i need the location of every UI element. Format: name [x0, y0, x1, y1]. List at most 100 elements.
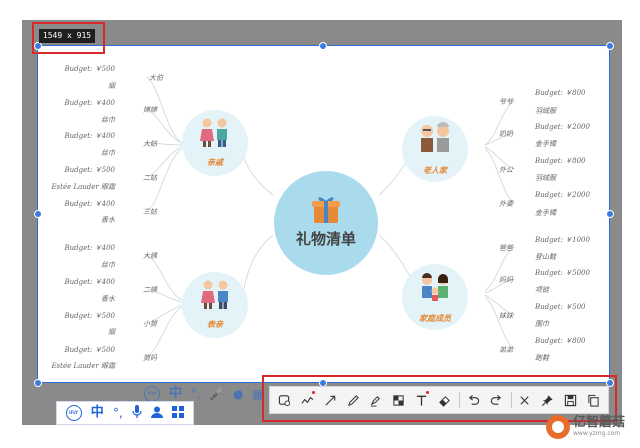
active-indicator [426, 391, 430, 394]
svg-text:外婆: 外婆 [499, 200, 514, 208]
leaf-item[interactable]: 奶奶 Budget: ￥2000 金手镯 [499, 123, 591, 148]
svg-text:Budget: ￥2000: Budget: ￥2000 [534, 123, 591, 131]
rectangle-tool-button[interactable] [276, 390, 293, 410]
save-icon [565, 394, 577, 406]
undo-button[interactable] [465, 390, 482, 410]
ime-language-toggle[interactable]: 中 [91, 406, 104, 420]
leaf-item[interactable]: 二姑 Budget: ￥500 Estée Lauder 眼霜 [50, 166, 158, 191]
svg-text:Estée Lauder 眼霜: Estée Lauder 眼霜 [50, 183, 116, 191]
svg-text:大姨: 大姨 [143, 252, 158, 260]
svg-text:登山鞋: 登山鞋 [535, 253, 557, 261]
center-node[interactable]: 礼物清单 [274, 171, 378, 275]
leaf-item[interactable]: 大姑 Budget: ￥400 丝巾 [63, 132, 158, 157]
svg-text:Budget: ￥800: Budget: ￥800 [534, 89, 586, 97]
eraser-tool-button[interactable] [436, 390, 453, 410]
redo-button[interactable] [488, 390, 505, 410]
leaf-item[interactable]: 小舅 Budget: ￥500 烟 [63, 312, 158, 336]
copy-button[interactable] [585, 390, 602, 410]
branch-family[interactable]: 家庭成员 [402, 264, 468, 330]
svg-text:妈妈: 妈妈 [499, 276, 514, 284]
svg-text:羽绒服: 羽绒服 [535, 174, 557, 182]
user-icon: ● [233, 387, 244, 401]
arrow-tool-button[interactable] [322, 390, 339, 410]
grid-icon[interactable] [172, 405, 185, 421]
leaf-item[interactable]: 弟弟 Budget: ￥800 跑鞋 [499, 337, 586, 362]
svg-text:大伯: 大伯 [149, 74, 164, 82]
svg-text:爸爸: 爸爸 [499, 244, 514, 252]
pen-tool-button[interactable] [345, 390, 362, 410]
leaf-item[interactable]: 三姑 Budget: ￥400 香水 [63, 200, 158, 224]
microphone-icon: 🎤 [209, 387, 225, 401]
svg-text:Budget: ￥800: Budget: ￥800 [534, 337, 586, 345]
svg-text:Budget: ￥400: Budget: ￥400 [63, 132, 115, 140]
ifly-logo-icon[interactable]: iFLY [65, 405, 82, 421]
cancel-button[interactable] [517, 390, 534, 410]
close-icon [520, 395, 530, 405]
svg-text:小舅: 小舅 [143, 320, 158, 328]
leaf-item[interactable]: 外公 Budget: ￥800 羽绒服 [499, 157, 586, 182]
watermark-url: www.yzmg.com [573, 430, 621, 437]
svg-text:弟弟: 弟弟 [499, 346, 514, 354]
branch-title-cousins: 表亲 [207, 319, 224, 329]
svg-text:Budget: ￥500: Budget: ￥500 [63, 312, 115, 320]
active-indicator [311, 391, 315, 394]
leaf-item[interactable]: 外婆 Budget: ￥2000 金手镯 [499, 191, 591, 217]
ime-language-label: 中 [169, 386, 183, 401]
toolbar-divider [458, 392, 460, 408]
svg-text:大姑: 大姑 [143, 140, 158, 148]
svg-text:Budget: ￥2000: Budget: ￥2000 [534, 191, 591, 199]
svg-text:三姑: 三姑 [143, 208, 158, 216]
pen-icon [347, 394, 359, 406]
rectangle-icon [278, 394, 290, 406]
marker-tool-button[interactable] [367, 390, 384, 410]
svg-text:丝巾: 丝巾 [101, 116, 116, 124]
leaf-item[interactable]: 大姨 Budget: ￥400 丝巾 [63, 244, 158, 269]
svg-text:Budget: ￥5000: Budget: ￥5000 [534, 269, 591, 277]
branch-title-relatives: 亲戚 [207, 157, 225, 167]
punctuation-icon: °, [190, 387, 201, 401]
leaf-item[interactable]: 爷爷 Budget: ￥800 羽绒服 [499, 89, 586, 115]
leaf-item[interactable]: 妈妈 Budget: ￥5000 项链 [499, 269, 591, 294]
branch-title-elders: 老人家 [423, 165, 449, 175]
svg-text:外公: 外公 [499, 166, 514, 174]
branch-title-family: 家庭成员 [419, 313, 452, 323]
branch-cousins[interactable]: 表亲 [182, 272, 248, 338]
leaf-item[interactable]: 婶婶 Budget: ￥400 丝巾 [63, 99, 158, 124]
redo-icon [490, 394, 501, 405]
user-icon[interactable] [151, 406, 164, 421]
leaf-item[interactable]: 妹妹 Budget: ￥500 围巾 [499, 303, 586, 328]
mosaic-tool-button[interactable] [390, 390, 407, 410]
ime-bar[interactable]: iFLY 中 °, [56, 401, 194, 425]
svg-text:Budget: ￥500: Budget: ￥500 [63, 346, 115, 354]
svg-text:Estée Lauder 眼霜: Estée Lauder 眼霜 [50, 362, 116, 370]
cousins-leaves: 大姨 Budget: ￥400 丝巾 二姨 Budget: ￥400 香水 小舅… [50, 244, 158, 370]
text-icon [416, 395, 427, 406]
svg-text:婶婶: 婶婶 [143, 106, 158, 114]
pin-button[interactable] [539, 390, 556, 410]
svg-text:烟: 烟 [108, 82, 116, 90]
svg-text:烟: 烟 [108, 328, 116, 336]
center-title: 礼物清单 [296, 230, 356, 248]
microphone-icon[interactable] [132, 405, 142, 421]
text-tool-button[interactable] [413, 390, 430, 410]
leaf-item[interactable]: 二姨 Budget: ￥400 香水 [63, 278, 158, 303]
branch-relatives[interactable]: 亲戚 [182, 110, 248, 176]
leaf-item[interactable]: 爸爸 Budget: ￥1000 登山鞋 [499, 236, 591, 261]
svg-text:舅妈: 舅妈 [143, 354, 158, 362]
punctuation-icon[interactable]: °, [113, 406, 123, 420]
branch-elders[interactable]: 老人家 [402, 116, 468, 182]
leaf-item[interactable]: 大伯 Budget: ￥500 烟 [63, 65, 164, 90]
svg-text:妹妹: 妹妹 [499, 312, 514, 320]
svg-text:项链: 项链 [535, 286, 550, 294]
leaf-item[interactable]: 舅妈 Budget: ￥500 Estée Lauder 眼霜 [50, 346, 158, 370]
freehand-line-tool-button[interactable] [299, 390, 316, 410]
copy-icon [588, 394, 599, 407]
arrow-icon [325, 395, 335, 406]
svg-text:Budget: ￥400: Budget: ￥400 [63, 99, 115, 107]
toolbar-divider [510, 392, 512, 408]
watermark-logo-icon [546, 415, 570, 439]
svg-text:金手镯: 金手镯 [535, 140, 557, 148]
svg-text:Budget: ￥1000: Budget: ￥1000 [534, 236, 591, 244]
save-button[interactable] [562, 390, 579, 410]
svg-text:羽绒服: 羽绒服 [535, 107, 557, 115]
